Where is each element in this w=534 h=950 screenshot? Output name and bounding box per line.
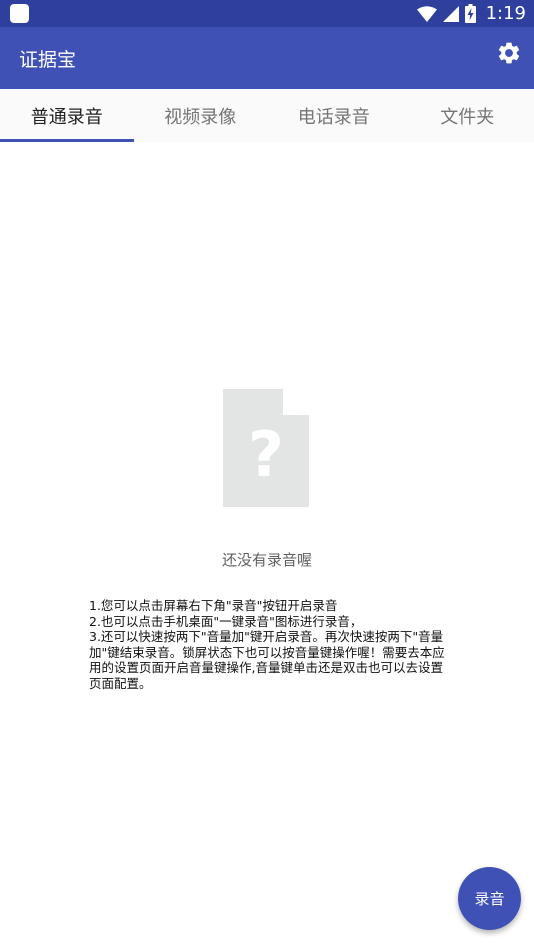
record-button[interactable]: 录音: [458, 867, 521, 930]
svg-text:?: ?: [248, 418, 284, 491]
instruction-line: 1.您可以点击屏幕右下角"录音"按钮开启录音: [89, 598, 338, 613]
app-bar: 证据宝: [0, 27, 534, 89]
tab-folder[interactable]: 文件夹: [401, 89, 534, 142]
tab-label: 视频录像: [164, 106, 237, 128]
wifi-icon: [416, 5, 437, 22]
tab-label: 文件夹: [440, 106, 495, 128]
tab-phone-recording[interactable]: 电话录音: [267, 89, 401, 142]
tab-normal-recording[interactable]: 普通录音: [0, 89, 134, 142]
tab-video-recording[interactable]: 视频录像: [134, 89, 268, 142]
status-icons: 1:19: [416, 0, 526, 27]
empty-message: 还没有录音喔: [221, 551, 312, 569]
tab-label: 电话录音: [297, 106, 370, 128]
instructions: 1.您可以点击屏幕右下角"录音"按钮开启录音 2.也可以点击手机桌面"一键录音"…: [89, 598, 445, 692]
status-time: 1:19: [485, 3, 526, 24]
instruction-line: 2.也可以点击手机桌面"一键录音"图标进行录音，: [89, 613, 363, 629]
tab-indicator: [0, 139, 134, 142]
instruction-line: 3.还可以快速按两下"音量加"键开启录音。再次快速按两下"音量加"键结束录音。锁…: [89, 629, 445, 691]
gear-icon[interactable]: [496, 40, 522, 66]
unknown-file-icon: ?: [223, 389, 309, 507]
battery-charging-icon: [464, 4, 476, 23]
app-title: 证据宝: [19, 49, 77, 71]
status-bar: 1:19: [0, 0, 534, 27]
cellular-signal-icon: [442, 5, 459, 22]
tab-label: 普通录音: [30, 106, 103, 128]
app-notification-icon: [10, 4, 29, 23]
tab-bar: 普通录音 视频录像 电话录音 文件夹: [0, 89, 534, 142]
record-button-label: 录音: [474, 890, 505, 908]
